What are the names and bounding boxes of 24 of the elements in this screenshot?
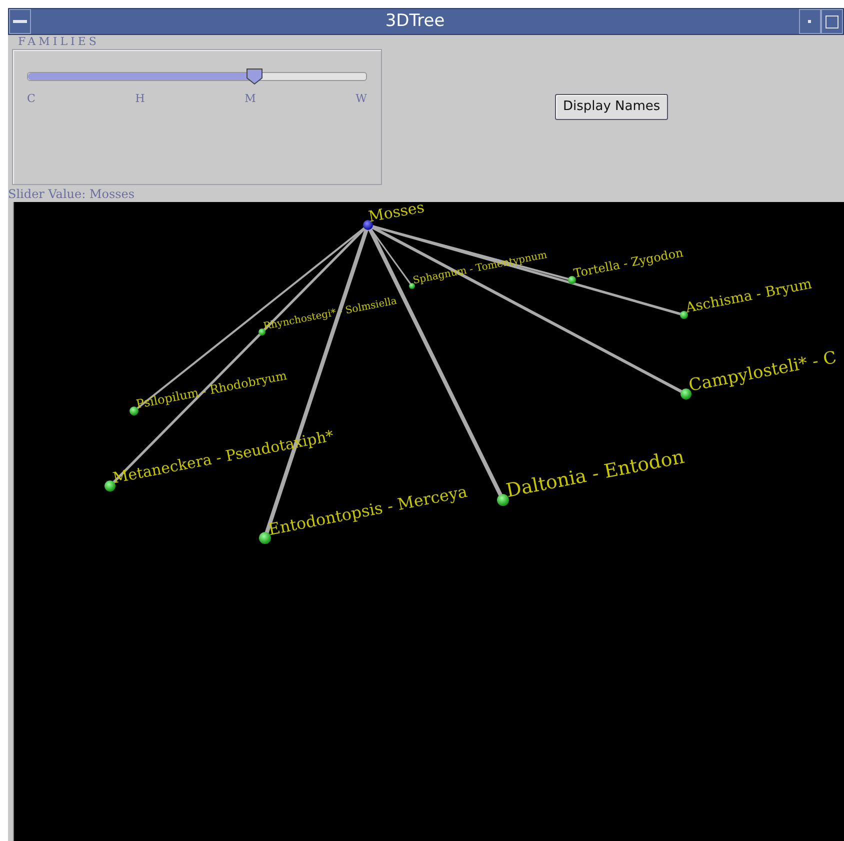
- tick-label: C: [27, 91, 36, 107]
- tick-label: W: [356, 91, 367, 107]
- node-label: Tortella - Zygodon: [572, 245, 684, 280]
- leaf-node[interactable]: [409, 283, 415, 289]
- window-title: 3DTree: [384, 10, 446, 33]
- window-menu-button[interactable]: [9, 9, 31, 34]
- square-icon: [825, 14, 839, 28]
- slider-value-text: Slider Value: Mosses: [8, 187, 136, 201]
- node-label: Mosses: [367, 202, 426, 226]
- leaf-node[interactable]: [130, 406, 138, 416]
- leaf-node[interactable]: [568, 276, 576, 284]
- tick-label: H: [135, 91, 145, 107]
- dash-icon: [13, 20, 27, 24]
- node-label: Aschisma - Bryum: [684, 276, 814, 316]
- leaf-node[interactable]: [258, 328, 266, 336]
- root-node[interactable]: [363, 220, 373, 230]
- display-names-button[interactable]: Display Names: [555, 94, 668, 120]
- tick-label: M: [244, 91, 256, 107]
- group-label: FAMILIES: [17, 35, 100, 49]
- leaf-node[interactable]: [680, 388, 692, 400]
- node-label: Daltonia - Entodon: [504, 446, 686, 502]
- slider-thumb[interactable]: [246, 68, 264, 85]
- maximize-button[interactable]: [821, 9, 843, 34]
- leaf-node[interactable]: [680, 311, 688, 319]
